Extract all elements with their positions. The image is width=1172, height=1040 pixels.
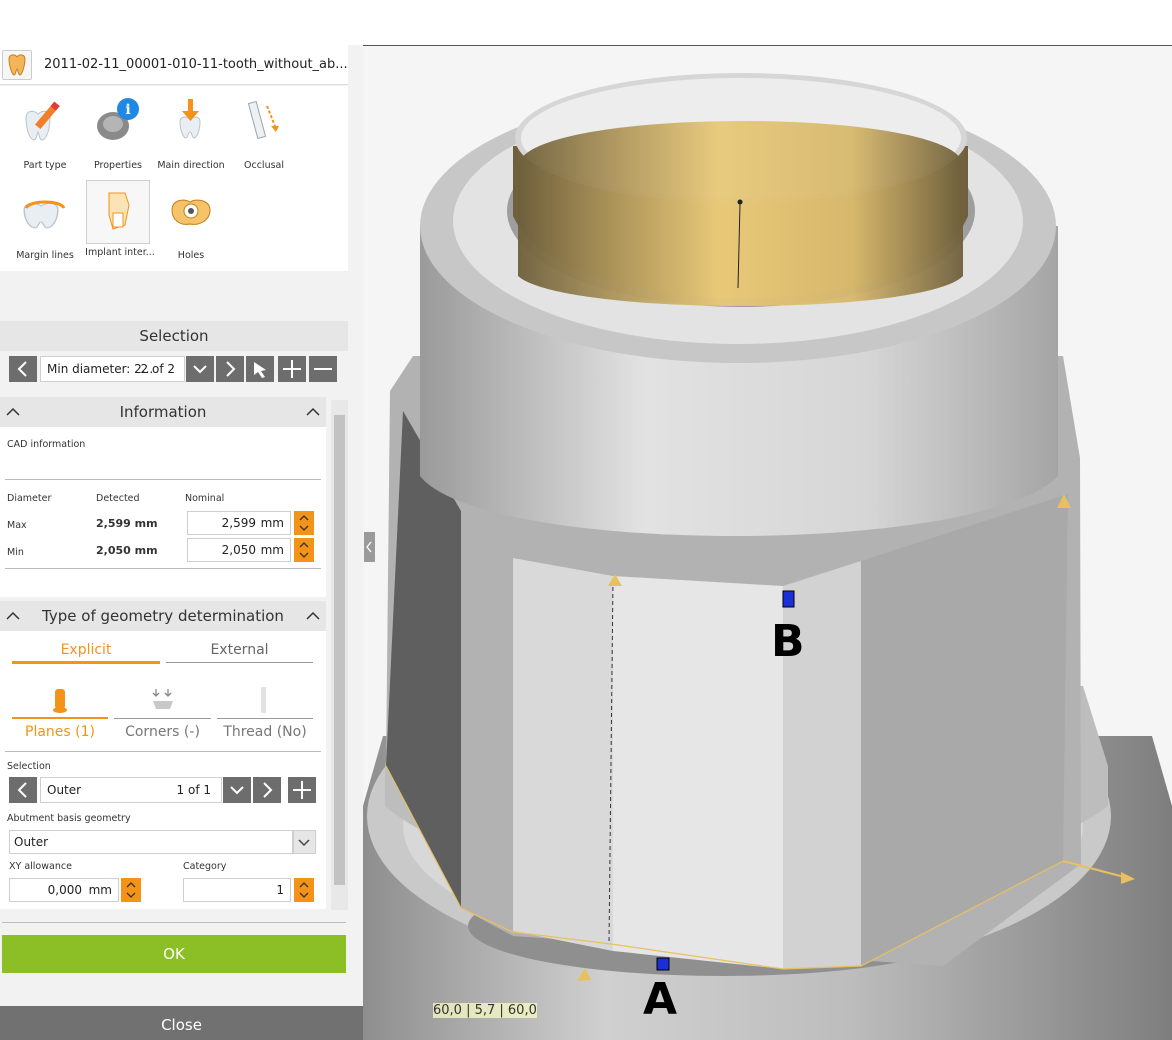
tab-explicit-underline xyxy=(12,661,160,664)
subtab-planes-underline xyxy=(12,717,108,719)
min-nominal-spinner[interactable] xyxy=(294,538,314,562)
spinner-arrows-icon xyxy=(299,542,309,558)
panel-scrollbar-thumb[interactable] xyxy=(334,415,345,885)
tab-explicit[interactable]: Explicit xyxy=(12,642,160,658)
pick-cursor-icon xyxy=(254,362,266,378)
tool-main-direction[interactable]: Main direction xyxy=(156,90,226,175)
selection-header: Selection xyxy=(0,321,348,351)
chevron-down-icon xyxy=(298,839,310,847)
category-input[interactable]: 1 xyxy=(183,878,291,902)
svg-text:i: i xyxy=(125,102,130,118)
margin-line-icon xyxy=(23,200,66,229)
implant-interface-icon xyxy=(108,192,130,230)
selection-prev-button[interactable] xyxy=(9,356,37,382)
occlusal-arrow-icon xyxy=(247,100,279,140)
selection-remove-button[interactable] xyxy=(309,356,337,382)
selection-dropdown-button[interactable] xyxy=(186,356,214,382)
abutment-basis-dropdown-button[interactable] xyxy=(293,830,316,854)
subtab-thread-underline xyxy=(217,718,313,719)
geometry-prev-button[interactable] xyxy=(9,777,37,803)
tool-holes[interactable]: Holes xyxy=(156,180,226,265)
collapse-chevron-icon[interactable] xyxy=(306,609,320,623)
marker-a-handle[interactable] xyxy=(656,957,670,971)
coordinate-readout: 60,0 | 5,7 | 60,0 xyxy=(433,1003,537,1018)
subtab-corners-underline xyxy=(114,718,211,719)
pencil-tooth-icon xyxy=(25,101,60,141)
plus-icon xyxy=(293,781,311,799)
tool-margin-lines[interactable]: Margin lines xyxy=(10,180,80,265)
subtab-thread[interactable]: Thread (No) xyxy=(217,683,313,740)
min-nominal-input[interactable]: 2,050 mm xyxy=(187,538,291,562)
tab-external[interactable]: External xyxy=(166,642,313,658)
3d-viewport[interactable]: B A xyxy=(363,45,1172,1040)
plane-cylinder-icon xyxy=(53,689,67,713)
geometry-dropdown-button[interactable] xyxy=(223,777,251,803)
divider xyxy=(2,922,346,923)
tool-implant-interface[interactable]: Implant inter... xyxy=(85,180,155,258)
geometry-header[interactable]: Type of geometry determination xyxy=(0,601,326,631)
minus-icon xyxy=(314,368,332,370)
arrow-down-tooth-icon xyxy=(179,99,201,139)
title-bar: 2011-02-11_00001-010-11-tooth_without_ab… xyxy=(0,45,348,85)
category-spinner[interactable] xyxy=(294,878,314,902)
geometry-selection-dropdown[interactable]: Outer 1 of 1 xyxy=(40,777,222,803)
selection-next-button[interactable] xyxy=(216,356,244,382)
selection-add-button[interactable] xyxy=(278,356,306,382)
chevron-left-icon xyxy=(17,782,27,798)
chevron-right-icon xyxy=(263,782,273,798)
tool-occlusal[interactable]: Occlusal xyxy=(229,90,299,175)
document-title: 2011-02-11_00001-010-11-tooth_without_ab… xyxy=(44,57,348,72)
app-root: 2011-02-11_00001-010-11-tooth_without_ab… xyxy=(0,0,1172,1040)
thread-icon xyxy=(261,687,266,713)
subtab-corners[interactable]: Corners (-) xyxy=(114,683,211,740)
geometry-next-button[interactable] xyxy=(253,777,281,803)
selection-dropdown[interactable]: Min diameter: 2... 2 of 2 xyxy=(40,356,185,382)
collapse-chevron-icon[interactable] xyxy=(306,405,320,419)
panel-collapse-handle[interactable] xyxy=(364,532,375,562)
chevron-right-icon xyxy=(226,361,236,377)
chevron-left-icon xyxy=(366,541,372,553)
marker-label-b: B xyxy=(771,616,805,667)
toolbox: Part type i Properties Main direction Oc… xyxy=(0,86,348,271)
xy-allowance-input[interactable]: 0,000 mm xyxy=(9,878,119,902)
abutment-3d-model[interactable] xyxy=(363,46,1172,1040)
info-tooth-icon: i xyxy=(97,98,139,140)
divider xyxy=(5,568,321,569)
close-button[interactable]: Close xyxy=(0,1006,363,1040)
abutment-basis-select[interactable]: Outer xyxy=(9,830,293,854)
max-nominal-spinner[interactable] xyxy=(294,511,314,535)
corners-icon xyxy=(152,689,173,709)
tab-external-underline xyxy=(166,662,313,663)
spinner-arrows-icon xyxy=(126,882,136,898)
geometry-add-button[interactable] xyxy=(288,777,316,803)
tool-properties[interactable]: i Properties xyxy=(83,90,153,175)
chevron-left-icon xyxy=(17,361,27,377)
divider xyxy=(5,751,321,752)
selection-pick-button[interactable] xyxy=(246,356,274,382)
tooth-app-icon[interactable] xyxy=(2,50,32,80)
xy-allowance-spinner[interactable] xyxy=(121,878,141,902)
divider xyxy=(5,479,321,480)
spinner-arrows-icon xyxy=(299,515,309,531)
marker-label-a: A xyxy=(643,974,678,1025)
subtab-planes[interactable]: Planes (1) xyxy=(12,683,108,740)
marker-b-handle[interactable] xyxy=(782,590,795,608)
holes-icon xyxy=(171,199,211,225)
ok-button[interactable]: OK xyxy=(2,935,346,973)
chevron-down-icon xyxy=(230,786,244,795)
spinner-arrows-icon xyxy=(299,882,309,898)
information-header[interactable]: Information xyxy=(0,397,326,427)
left-panel: 2011-02-11_00001-010-11-tooth_without_ab… xyxy=(0,45,363,1040)
chevron-down-icon xyxy=(193,365,207,374)
tool-part-type[interactable]: Part type xyxy=(10,90,80,175)
max-nominal-input[interactable]: 2,599 mm xyxy=(187,511,291,535)
plus-icon xyxy=(283,360,301,378)
